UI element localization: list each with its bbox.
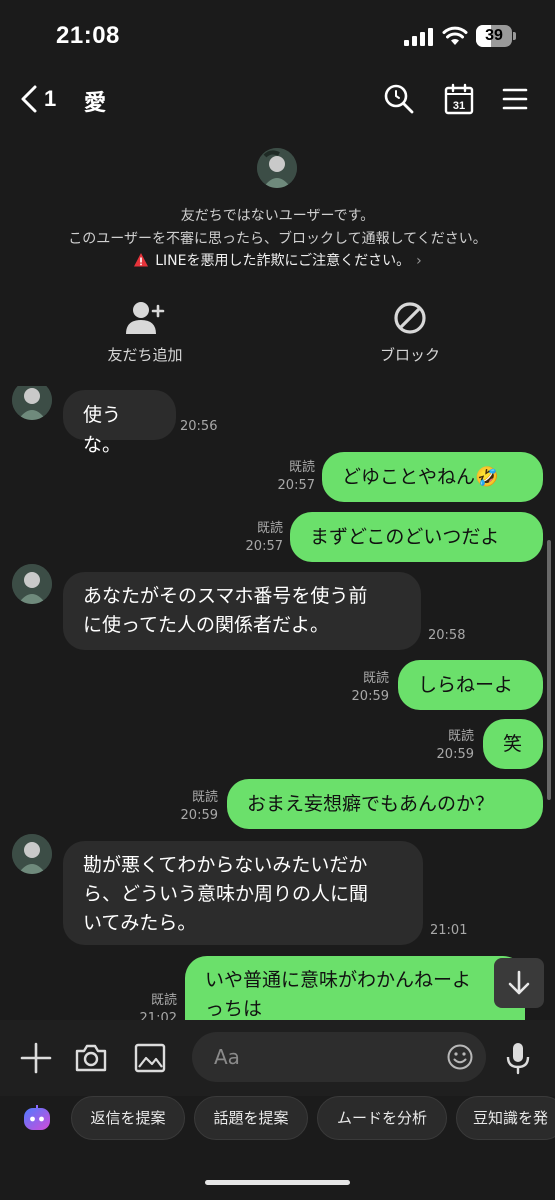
wifi-icon — [442, 26, 468, 45]
calendar-day: 31 — [453, 100, 465, 112]
message-bubble[interactable]: しらねーよ — [398, 660, 543, 710]
message-time: 21:01 — [430, 923, 468, 938]
warning-icon — [134, 253, 149, 267]
arrow-down-icon — [508, 970, 530, 995]
message-list[interactable]: 使うな。 20:56 既読 20:57 どゆことやねん🤣 既読 20:57 まずどこ… — [0, 386, 555, 1020]
ai-assistant-icon[interactable] — [22, 1104, 52, 1134]
message-input[interactable] — [214, 1042, 434, 1072]
scrollbar[interactable] — [547, 540, 551, 800]
sender-avatar[interactable] — [12, 386, 52, 420]
chevron-right-icon: › — [416, 253, 422, 269]
message-meta: 既読 20:59 — [436, 729, 474, 762]
message-bubble[interactable]: どゆことやねん🤣 — [322, 452, 543, 502]
suggestion-chip-mood[interactable]: ムードを分析 — [317, 1096, 447, 1140]
microphone-icon[interactable] — [500, 1040, 536, 1076]
message-meta: 既読 21:02 — [139, 993, 177, 1020]
scroll-to-bottom-button[interactable] — [494, 958, 544, 1008]
message-bubble[interactable]: まずどこのどいつだよ — [290, 512, 543, 562]
add-friend-icon — [126, 302, 165, 334]
message-input-container — [192, 1032, 486, 1082]
contact-avatar[interactable] — [257, 148, 297, 188]
image-icon[interactable] — [132, 1040, 168, 1076]
suggestion-chip-reply[interactable]: 返信を提案 — [71, 1096, 185, 1140]
message-meta: 既読 20:57 — [245, 521, 283, 554]
message-bubble[interactable]: 勘が悪くてわからないみたいだか ら、どういう意味か周りの人に聞 いてみたら。 — [63, 841, 423, 945]
add-friend-label: 友だち追加 — [107, 346, 183, 364]
emoji-icon[interactable] — [446, 1043, 474, 1071]
chat-header: 1 愛 31 — [0, 70, 555, 130]
unread-count: 1 — [44, 86, 57, 111]
sender-avatar[interactable] — [12, 564, 52, 604]
block-icon — [394, 302, 426, 334]
sender-avatar[interactable] — [12, 834, 52, 874]
search-icon[interactable] — [382, 82, 416, 116]
fraud-warning-link[interactable]: LINEを悪用した詐欺にご注意ください。 › — [0, 250, 555, 270]
message-meta: 既読 20:59 — [351, 671, 389, 704]
chat-title: 愛 — [84, 91, 107, 116]
message-bubble[interactable]: 使うな。 — [63, 390, 176, 456]
battery-level: 39 — [485, 27, 503, 44]
notice-block-advice: このユーザーを不審に思ったら、ブロックして通報してください。 — [68, 231, 487, 247]
status-time: 21:08 — [56, 22, 120, 49]
message-bubble[interactable]: いや普通に意味がわかんねーよ っちは — [185, 956, 525, 1020]
suggestion-chip-trivia[interactable]: 豆知識を発 — [456, 1096, 555, 1140]
menu-icon[interactable] — [498, 82, 532, 116]
fraud-warning-text: LINEを悪用した詐欺にご注意ください。 — [155, 253, 411, 269]
message-meta: 既読 20:57 — [277, 460, 315, 493]
notice-not-friend: 友だちではないユーザーです。 — [180, 208, 375, 224]
battery-icon: 39 — [476, 25, 516, 47]
status-bar: 21:08 39 — [0, 0, 555, 68]
cellular-signal-icon — [404, 28, 433, 46]
camera-icon[interactable] — [73, 1040, 109, 1076]
message-meta: 既読 20:59 — [180, 790, 218, 823]
block-button[interactable]: ブロック — [335, 300, 485, 365]
plus-icon[interactable] — [18, 1040, 54, 1076]
message-bubble[interactable]: おまえ妄想癖でもあんのか？ — [227, 779, 543, 829]
chevron-left-icon — [21, 85, 37, 113]
input-bar — [0, 1020, 555, 1096]
suggestion-chip-topic[interactable]: 話題を提案 — [194, 1096, 308, 1140]
message-bubble[interactable]: あなたがそのスマホ番号を使う前 に使ってた人の関係者だよ。 — [63, 572, 421, 650]
block-label: ブロック — [379, 346, 440, 364]
add-friend-button[interactable]: 友だち追加 — [70, 300, 220, 365]
message-time: 20:56 — [180, 419, 218, 434]
calendar-icon[interactable]: 31 — [442, 82, 476, 116]
message-bubble[interactable]: 笑 — [483, 719, 543, 769]
message-time: 20:58 — [428, 628, 466, 643]
home-indicator[interactable] — [205, 1180, 350, 1185]
back-button[interactable]: 1 — [16, 82, 68, 118]
suggestion-bar: 返信を提案 話題を提案 ムードを分析 豆知識を発 — [0, 1096, 555, 1200]
